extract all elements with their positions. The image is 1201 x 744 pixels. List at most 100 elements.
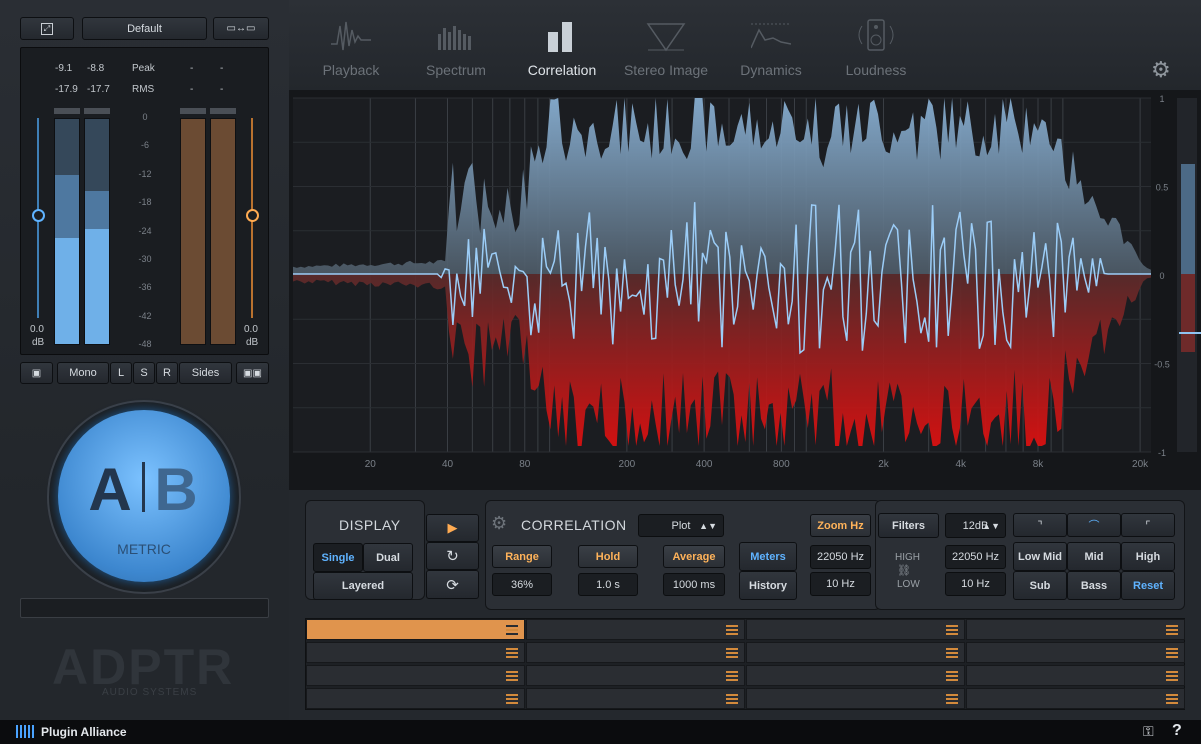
right-button[interactable]: R — [156, 362, 178, 384]
slot-cell[interactable] — [306, 688, 525, 709]
dual-button[interactable]: Dual — [363, 543, 413, 572]
slot-cell[interactable] — [306, 642, 525, 663]
slot-cell[interactable] — [966, 619, 1185, 640]
mode-dropdown[interactable]: Plot ▲▼ — [638, 514, 724, 537]
band-sub-button[interactable]: Sub — [1013, 571, 1067, 600]
x-tick-label: 40 — [442, 459, 454, 470]
high-freq-left[interactable]: 22050 Hz — [810, 545, 871, 569]
highpass-button[interactable]: ⌜ — [1121, 513, 1175, 537]
range-value[interactable]: 36% — [492, 573, 552, 596]
average-value[interactable]: 1000 ms — [663, 573, 725, 596]
menu-icon[interactable] — [726, 694, 738, 704]
slot-cell[interactable] — [746, 642, 965, 663]
settings-gear-icon[interactable]: ⚙ — [1151, 57, 1171, 83]
gain-slider-right-knob[interactable] — [246, 209, 259, 222]
band-low-mid-button[interactable]: Low Mid — [1013, 542, 1067, 571]
menu-icon[interactable] — [726, 648, 738, 658]
layered-button[interactable]: Layered — [313, 572, 413, 600]
menu-icon[interactable] — [1166, 671, 1178, 681]
slot-cell[interactable] — [306, 619, 525, 640]
menu-icon[interactable] — [1166, 648, 1178, 658]
stereo-button[interactable]: ▣▣ — [236, 362, 269, 384]
clip-indicator-ref-right[interactable] — [210, 108, 236, 114]
band-high-button[interactable]: High — [1121, 542, 1175, 571]
slot-cell[interactable] — [966, 665, 1185, 686]
tab-playback[interactable]: Playback — [296, 0, 406, 90]
tab-stereo-image[interactable]: Stereo Image — [611, 0, 721, 90]
menu-icon[interactable] — [1166, 694, 1178, 704]
preset-selector[interactable]: Default — [82, 17, 207, 40]
peak-right: -8.8 — [87, 63, 105, 74]
slot-cell[interactable] — [966, 688, 1185, 709]
slot-cell[interactable] — [526, 619, 745, 640]
hold-button[interactable]: Hold — [578, 545, 638, 568]
band-reset-button[interactable]: Reset — [1121, 571, 1175, 600]
slot-cell[interactable] — [966, 642, 1185, 663]
slot-cell[interactable] — [526, 688, 745, 709]
tab-spectrum[interactable]: Spectrum — [401, 0, 511, 90]
slot-cell[interactable] — [746, 688, 965, 709]
rms-right: -17.7 — [87, 84, 110, 95]
clip-indicator-right[interactable] — [84, 108, 110, 114]
tab-dynamics[interactable]: Dynamics — [716, 0, 826, 90]
plugin-alliance-label[interactable]: Plugin Alliance — [41, 725, 127, 739]
key-icon[interactable]: ⚿ — [1143, 723, 1154, 740]
menu-icon[interactable] — [506, 648, 518, 658]
menu-icon[interactable] — [726, 625, 738, 635]
hold-value[interactable]: 1.0 s — [578, 573, 638, 596]
mono-button[interactable]: Mono — [57, 362, 109, 384]
slot-cell[interactable] — [746, 619, 965, 640]
gain-slider-left-knob[interactable] — [32, 209, 45, 222]
loop-button[interactable]: ⟳ — [426, 570, 479, 599]
low-freq-right[interactable]: 10 Hz — [945, 572, 1006, 596]
slot-cell[interactable] — [746, 665, 965, 686]
lowpass-button[interactable]: ⌝ — [1013, 513, 1067, 537]
meter-bar-right — [84, 118, 110, 345]
ab-switch[interactable]: A B METRIC — [58, 410, 230, 582]
range-button[interactable]: Range — [492, 545, 552, 568]
help-icon[interactable]: ? — [1172, 722, 1182, 740]
sum-button[interactable]: S — [133, 362, 155, 384]
rms-ref-right: - — [220, 84, 224, 95]
menu-icon[interactable] — [1166, 625, 1178, 635]
correlation-settings-icon[interactable]: ⚙ — [491, 513, 507, 534]
tab-correlation[interactable]: Correlation — [507, 0, 617, 90]
clip-indicator-ref-left[interactable] — [180, 108, 206, 114]
slot-cell[interactable] — [526, 642, 745, 663]
menu-icon[interactable] — [946, 648, 958, 658]
slot-cell[interactable] — [526, 665, 745, 686]
band-bass-button[interactable]: Bass — [1067, 571, 1121, 600]
ab-compare-button[interactable]: ▭↔▭ — [213, 17, 269, 40]
clip-indicator-left[interactable] — [54, 108, 80, 114]
average-button[interactable]: Average — [663, 545, 725, 568]
play-button[interactable]: ▶ — [426, 514, 479, 542]
low-freq-left[interactable]: 10 Hz — [810, 572, 871, 596]
meter-bar-ref-left — [180, 118, 206, 345]
history-button[interactable]: History — [739, 571, 797, 600]
menu-icon[interactable] — [946, 625, 958, 635]
expand-button[interactable]: ⤢ — [20, 17, 74, 40]
band-mid-button[interactable]: Mid — [1067, 542, 1121, 571]
menu-icon[interactable] — [726, 671, 738, 681]
menu-icon[interactable] — [506, 625, 518, 635]
solo-left-button[interactable]: ▣ — [20, 362, 53, 384]
single-button[interactable]: Single — [313, 543, 363, 572]
filters-button[interactable]: Filters — [878, 513, 939, 538]
link-icon[interactable]: ⛓ — [897, 564, 911, 577]
left-button[interactable]: L — [110, 362, 132, 384]
slot-cell[interactable] — [306, 665, 525, 686]
menu-icon[interactable] — [946, 694, 958, 704]
reset-button[interactable]: ↻ — [426, 542, 479, 570]
tab-label: Dynamics — [740, 62, 802, 78]
sides-button[interactable]: Sides — [179, 362, 232, 384]
menu-icon[interactable] — [506, 694, 518, 704]
menu-icon[interactable] — [506, 671, 518, 681]
menu-icon[interactable] — [946, 671, 958, 681]
meters-button[interactable]: Meters — [739, 542, 797, 571]
tab-loudness[interactable]: Loudness — [821, 0, 931, 90]
preset-name-field[interactable] — [20, 598, 269, 618]
slope-dropdown[interactable]: 12dB ▲▼ — [945, 513, 1006, 538]
high-freq-right[interactable]: 22050 Hz — [945, 545, 1006, 569]
bandpass-button[interactable]: ⌒ — [1067, 513, 1121, 537]
zoom-hz-button[interactable]: Zoom Hz — [810, 514, 871, 537]
